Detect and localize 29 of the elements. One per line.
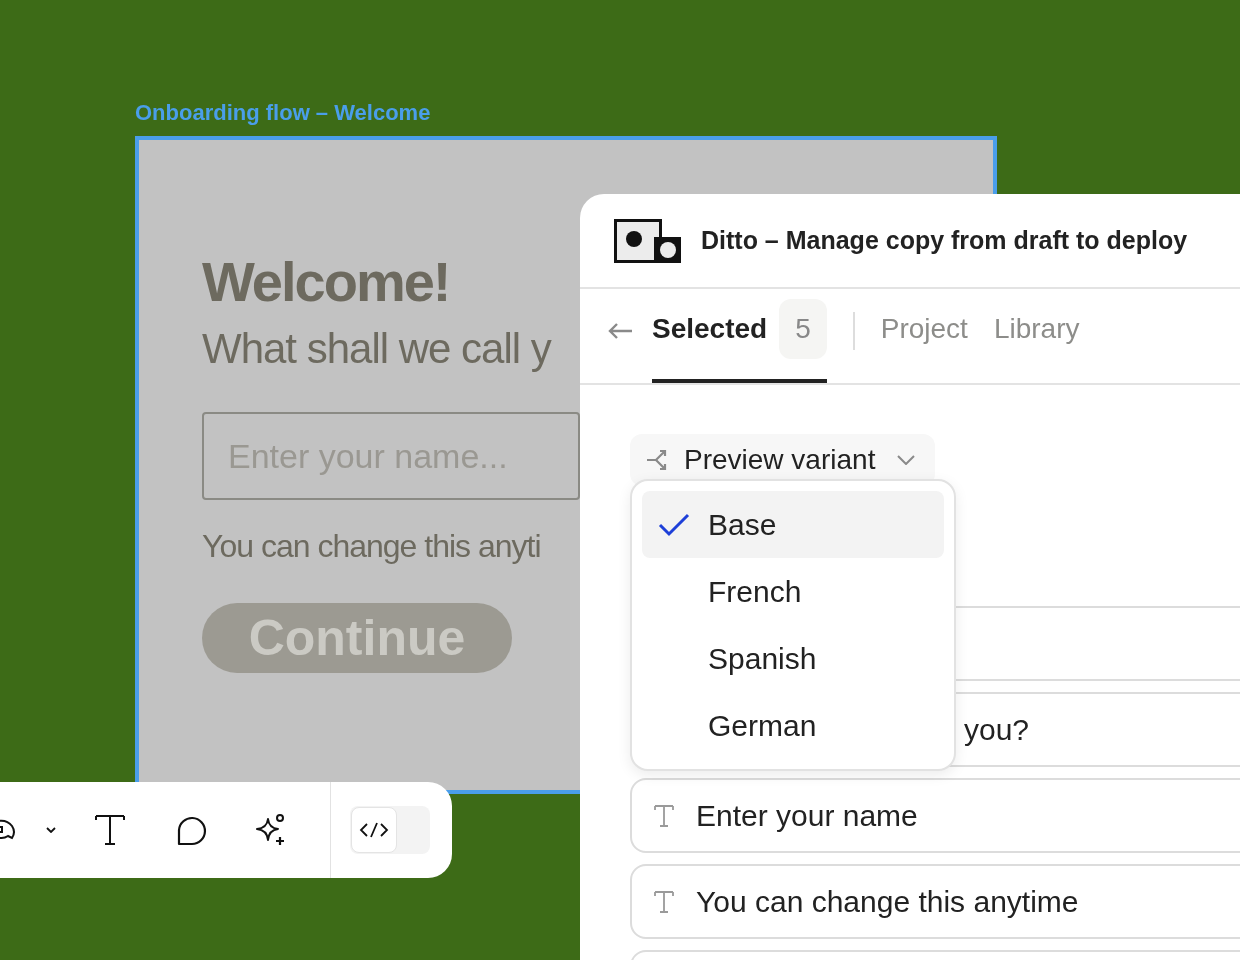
dev-mode-toggle[interactable] <box>350 806 430 854</box>
variant-menu-item[interactable]: French <box>642 558 944 625</box>
back-arrow-icon[interactable] <box>607 322 633 340</box>
chevron-down-icon <box>897 455 916 465</box>
frame-hint: You can change this anyti <box>202 528 541 565</box>
variant-menu-item[interactable]: Spanish <box>642 625 944 692</box>
frame-subheading: What shall we call y <box>202 324 551 374</box>
frame-heading: Welcome! <box>202 250 450 314</box>
caret-icon[interactable] <box>46 827 56 833</box>
tab-label: Selected <box>652 313 768 345</box>
text-type-icon <box>654 890 674 913</box>
text-tool-icon[interactable] <box>94 814 126 846</box>
text-item-label: You can change this anytime <box>696 884 1079 919</box>
frame-label: Onboarding flow – Welcome <box>135 100 431 126</box>
checkmark-icon <box>658 512 690 537</box>
count-badge: 5 <box>779 299 827 359</box>
text-type-icon <box>654 804 674 827</box>
logo-icon <box>614 218 682 263</box>
tab[interactable]: Selected 5 <box>652 289 827 383</box>
variant-menu-item[interactable]: German <box>642 692 944 759</box>
tab-label: Library <box>993 313 1080 345</box>
plugin-title: Ditto – Manage copy from draft to deploy <box>701 226 1188 255</box>
tab-label: Project <box>880 313 968 345</box>
text-item-card[interactable]: You can change this anytime <box>630 864 1240 939</box>
text-item-label: you? <box>964 712 1030 747</box>
code-icon <box>351 807 397 853</box>
text-item-label: Enter your name <box>696 798 918 833</box>
text-item-card[interactable]: Enter your name <box>630 778 1240 853</box>
variant-menu-item[interactable]: Base <box>642 491 944 558</box>
